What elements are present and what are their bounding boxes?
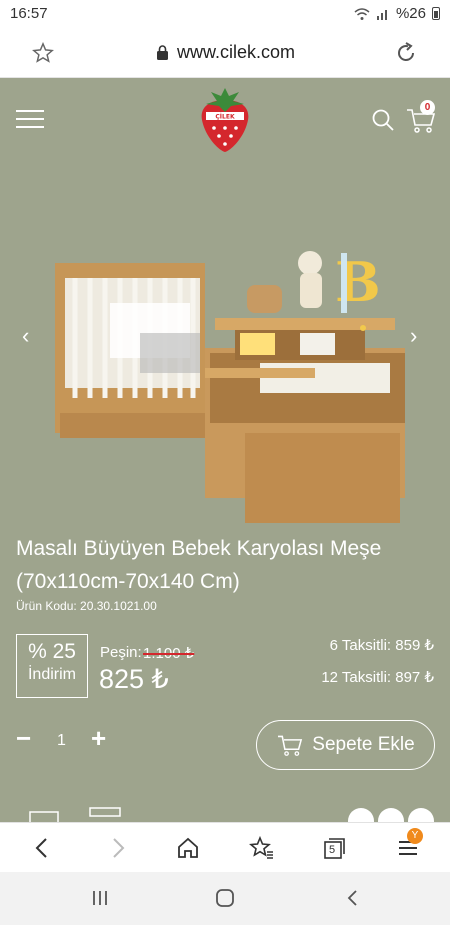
cart-count-badge: 0 <box>420 100 435 115</box>
forward-icon[interactable] <box>104 835 130 861</box>
home-button-icon[interactable] <box>215 888 235 908</box>
tabs-button[interactable]: 5 <box>321 835 347 861</box>
search-icon[interactable] <box>371 108 395 132</box>
installment-12: 12 Taksitli: 897 ₺ <box>321 669 434 686</box>
cilek-strawberry-logo[interactable]: ÇİLEK <box>196 82 254 154</box>
svg-text:ÇİLEK: ÇİLEK <box>215 114 235 121</box>
back-icon[interactable] <box>30 835 56 861</box>
quantity-value[interactable]: 1 <box>57 732 66 750</box>
home-icon[interactable] <box>175 835 201 861</box>
browser-url-bar: www.cilek.com <box>0 28 450 78</box>
signal-icon <box>376 10 387 20</box>
hamburger-menu-icon[interactable] <box>16 110 44 128</box>
discount-badge: % 25 İndirim <box>16 634 88 698</box>
battery-icon <box>432 7 440 20</box>
android-navigation-bar <box>0 872 450 925</box>
lock-icon <box>157 45 168 60</box>
product-title: Masalı Büyüyen Bebek Karyolası Meşe (70x… <box>16 537 382 593</box>
product-code: Ürün Kodu: 20.30.1021.00 <box>16 599 157 613</box>
discount-percent: % 25 <box>28 640 76 663</box>
wifi-icon <box>354 7 370 20</box>
menu-badge: Y <box>407 828 423 844</box>
social-links <box>348 808 434 822</box>
carousel-prev-button[interactable]: ‹ <box>22 323 29 349</box>
carousel-next-button[interactable]: › <box>410 323 417 349</box>
url-text: www.cilek.com <box>177 42 296 62</box>
bookmarks-icon[interactable] <box>249 835 275 861</box>
product-image[interactable]: B <box>45 223 415 523</box>
browser-toolbar: 5 Y <box>0 822 450 872</box>
android-back-icon[interactable] <box>343 888 363 908</box>
battery-percent: %26 <box>395 5 426 22</box>
recents-icon[interactable] <box>90 888 110 908</box>
product-page: ÇİLEK 0 B ‹ › Masalı Büyüyen Bebek Karyo… <box>0 78 450 822</box>
quantity-increase-button[interactable]: + <box>91 725 106 751</box>
quantity-decrease-button[interactable]: − <box>16 725 31 751</box>
delivery-icons <box>29 807 121 822</box>
tabs-count: 5 <box>329 844 336 856</box>
installment-6: 6 Taksitli: 859 ₺ <box>329 637 434 654</box>
twitter-icon[interactable] <box>378 808 404 822</box>
current-price: 825 ₺ <box>99 664 169 694</box>
status-bar: 16:57 %26 <box>0 0 450 28</box>
old-price: 1.100 ₺ <box>143 645 195 662</box>
add-to-cart-label: Sepete Ekle <box>312 734 415 755</box>
add-to-cart-button[interactable]: Sepete Ekle <box>256 720 435 770</box>
pinterest-icon[interactable] <box>408 808 434 822</box>
status-time: 16:57 <box>10 5 48 22</box>
site-header: ÇİLEK 0 <box>0 78 450 160</box>
cash-price-label: Peşin: <box>100 644 142 661</box>
cart-icon <box>278 735 303 756</box>
bookmark-star-icon[interactable] <box>32 42 54 64</box>
reload-icon[interactable] <box>394 41 418 65</box>
discount-label: İndirim <box>27 666 76 683</box>
address-field[interactable]: www.cilek.com <box>156 42 295 63</box>
facebook-icon[interactable] <box>348 808 374 822</box>
